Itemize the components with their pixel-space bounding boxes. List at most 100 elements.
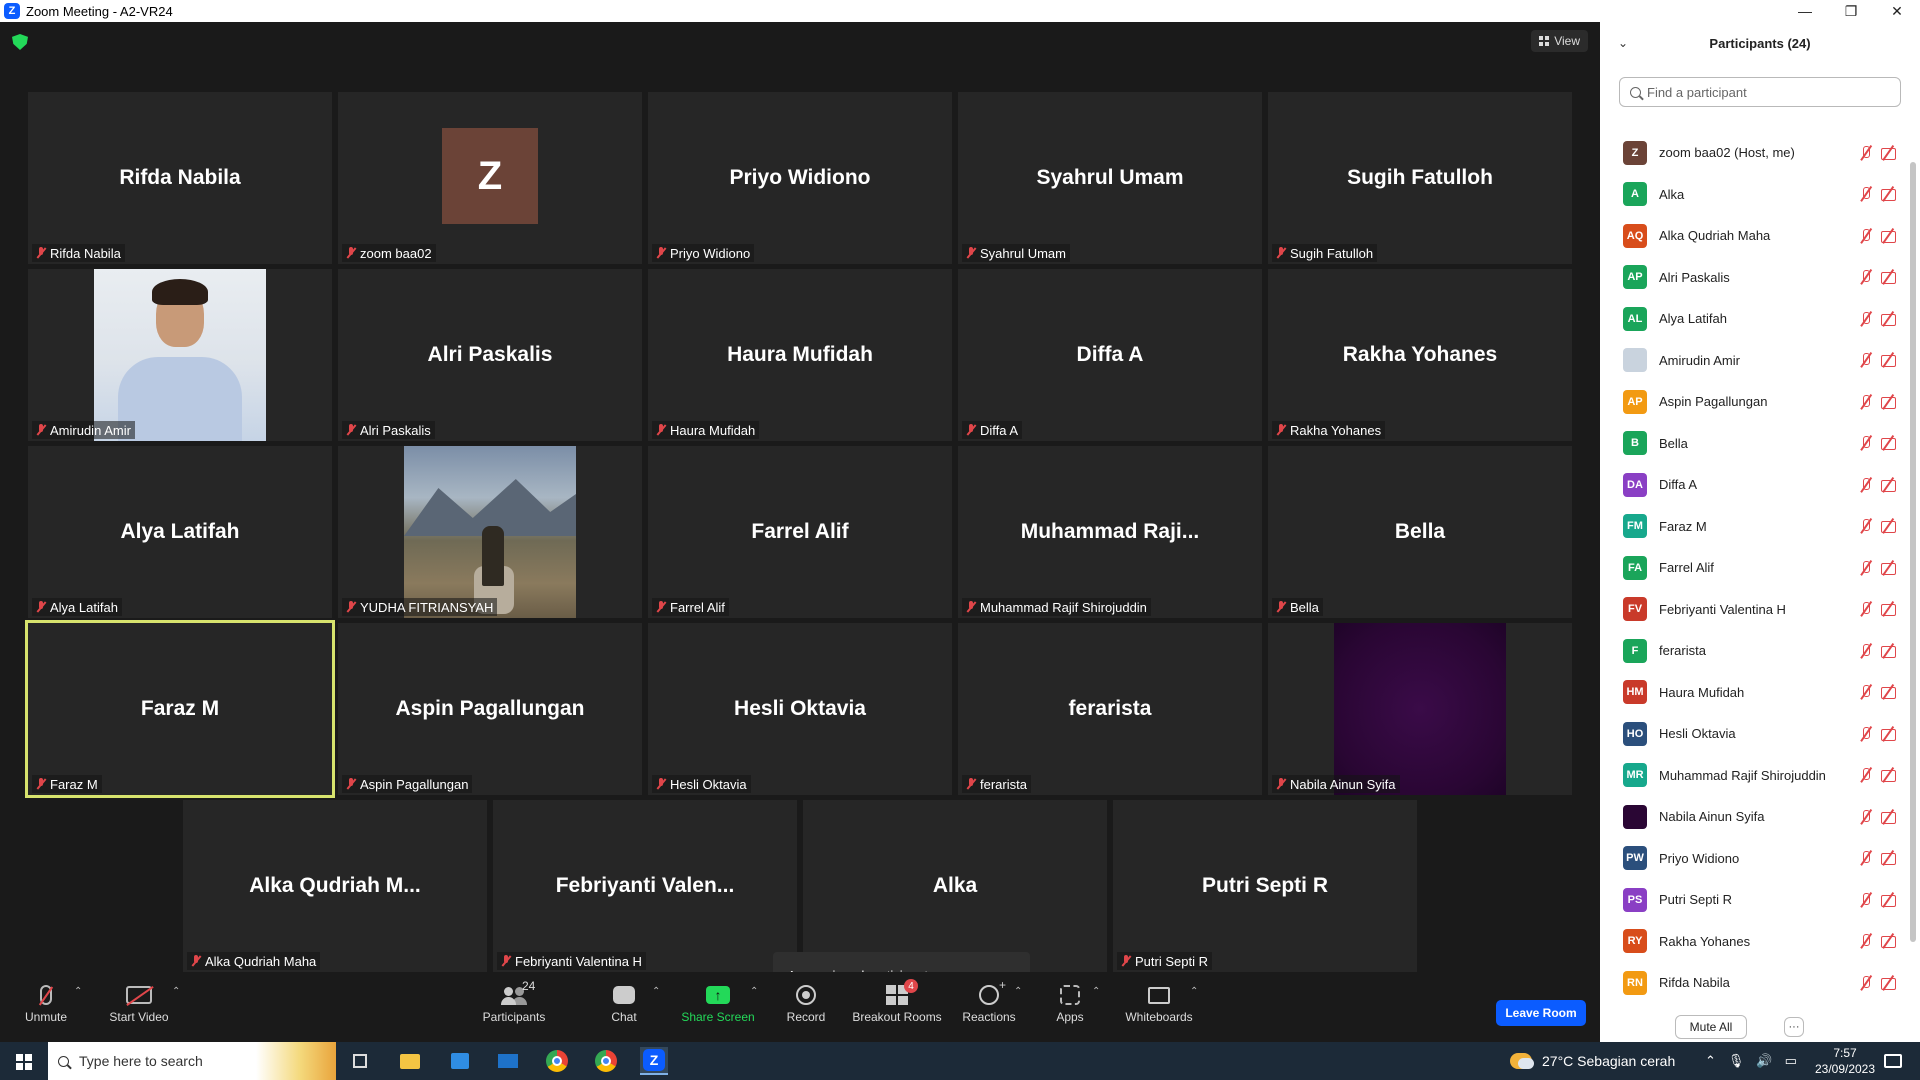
maximize-button[interactable]: ❐ [1828,0,1874,22]
video-tile[interactable]: Sugih Fatulloh Sugih Fatulloh [1268,92,1572,264]
video-off-icon[interactable] [1880,602,1896,616]
participant-row[interactable]: FA Farrel Alif [1600,547,1905,588]
video-off-icon[interactable] [1880,851,1896,865]
view-button[interactable]: View [1531,30,1588,52]
unmute-button[interactable]: Unmute [22,982,70,1036]
chat-options-caret-icon[interactable]: ⌃ [652,986,660,997]
video-tile[interactable]: Syahrul Umam Syahrul Umam [958,92,1262,264]
share-screen-button[interactable]: ↑ Share Screen [681,982,755,1036]
participant-row[interactable]: FM Faraz M [1600,506,1905,547]
network-icon[interactable]: ▭ [1785,1053,1797,1069]
participant-row[interactable]: PW Priyo Widiono [1600,838,1905,879]
participant-row[interactable]: AQ Alka Qudriah Maha [1600,215,1905,256]
video-off-icon[interactable] [1880,976,1896,990]
reactions-options-caret-icon[interactable]: ⌃ [1014,986,1022,997]
participant-search-input[interactable]: Find a participant [1619,77,1901,107]
security-shield-icon[interactable] [12,34,28,50]
mail-button[interactable] [494,1047,522,1075]
close-button[interactable]: ✕ [1874,0,1920,22]
video-off-icon[interactable] [1880,893,1896,907]
video-tile[interactable]: Alka [803,800,1107,972]
participant-row[interactable]: Fferarista [1600,630,1905,671]
reactions-button[interactable]: Reactions [962,978,1016,1036]
video-tile[interactable]: Putri Septi R Putri Septi R [1113,800,1417,972]
taskbar-search-box[interactable]: Type here to search [48,1042,336,1080]
video-off-icon[interactable] [1880,229,1896,243]
participant-row[interactable]: DA Diffa A [1600,464,1905,505]
participant-row[interactable]: HM Haura Mufidah [1600,672,1905,713]
participant-row[interactable]: A Alka [1600,174,1905,215]
start-video-button[interactable]: Start Video [106,982,172,1036]
chat-button[interactable]: Chat [606,982,642,1036]
speaker-icon[interactable]: 🔊 [1756,1053,1772,1069]
store-button[interactable] [446,1047,474,1075]
participant-row[interactable]: Nabila Ainun Syifa [1600,796,1905,837]
active-speaker-tile[interactable]: Faraz M Faraz M [25,620,335,798]
participant-row[interactable]: AP Alri Paskalis [1600,257,1905,298]
participant-row[interactable]: B Bella [1600,423,1905,464]
mic-muted-icon[interactable] [1858,726,1874,741]
participant-row[interactable]: Zzoom baa02 (Host, me) [1600,132,1905,173]
participant-row[interactable]: FV Febriyanti Valentina H [1600,589,1905,630]
participants-button[interactable]: 24 Participants [482,979,546,1036]
mic-muted-icon[interactable] [1858,643,1874,658]
video-off-icon[interactable] [1880,727,1896,741]
tray-chevron-icon[interactable]: ⌃ [1705,1053,1716,1069]
more-options-button[interactable]: ··· [1784,1017,1804,1037]
video-tile[interactable]: Alka Qudriah M... Alka Qudriah Maha [183,800,487,972]
video-off-icon[interactable] [1880,685,1896,699]
clock[interactable]: 7:57 23/09/2023 [1810,1045,1880,1077]
video-options-caret-icon[interactable]: ⌃ [172,986,180,997]
video-off-icon[interactable] [1880,519,1896,533]
video-tile[interactable]: Rakha Yohanes Rakha Yohanes [1268,269,1572,441]
video-tile[interactable]: Diffa A Diffa A [958,269,1262,441]
mic-muted-icon[interactable] [1858,353,1874,367]
video-tile[interactable]: Febriyanti Valen... Febriyanti Valentina… [493,800,797,972]
video-off-icon[interactable] [1880,436,1896,450]
participant-row[interactable]: HO Hesli Oktavia [1600,713,1905,754]
mic-muted-icon[interactable] [1858,560,1874,575]
video-off-icon[interactable] [1880,561,1896,575]
file-explorer-button[interactable] [396,1047,424,1075]
mic-muted-icon[interactable] [1858,768,1874,782]
mic-muted-icon[interactable] [1858,477,1874,492]
apps-button[interactable]: Apps [1052,982,1088,1036]
video-tile[interactable]: Farrel Alif Farrel Alif [648,446,952,618]
video-tile[interactable]: Priyo Widiono Priyo Widiono [648,92,952,264]
task-view-button[interactable] [346,1047,374,1075]
video-off-icon[interactable] [1880,768,1896,782]
leave-room-button[interactable]: Leave Room [1496,1000,1586,1026]
video-off-icon[interactable] [1880,353,1896,367]
mic-muted-icon[interactable] [1858,892,1874,907]
video-tile[interactable]: Alri Paskalis Alri Paskalis [338,269,642,441]
minimize-button[interactable]: — [1782,0,1828,22]
video-tile[interactable]: Muhammad Raji... Muhammad Rajif Shirojud… [958,446,1262,618]
mic-muted-icon[interactable] [1858,685,1874,699]
whiteboards-options-caret-icon[interactable]: ⌃ [1190,986,1198,997]
mic-muted-icon[interactable] [1858,270,1874,284]
share-options-caret-icon[interactable]: ⌃ [750,986,758,997]
video-off-icon[interactable] [1880,395,1896,409]
whiteboards-button[interactable]: Whiteboards [1124,982,1194,1036]
video-off-icon[interactable] [1880,312,1896,326]
video-off-icon[interactable] [1880,644,1896,658]
video-tile[interactable]: Hesli Oktavia Hesli Oktavia [648,623,952,795]
participant-row[interactable]: MR Muhammad Rajif Shirojuddin [1600,755,1905,796]
video-off-icon[interactable] [1880,270,1896,284]
participant-row[interactable]: AL Alya Latifah [1600,298,1905,339]
mic-muted-icon[interactable] [1858,311,1874,326]
video-off-icon[interactable] [1880,810,1896,824]
video-tile[interactable]: Amirudin Amir [28,269,332,441]
mic-muted-icon[interactable] [1858,228,1874,243]
video-tile[interactable]: Alya Latifah Alya Latifah [28,446,332,618]
video-tile[interactable]: Haura Mufidah Haura Mufidah [648,269,952,441]
audio-options-caret-icon[interactable]: ⌃ [74,986,82,997]
mic-muted-icon[interactable] [1858,602,1874,616]
mic-muted-icon[interactable] [1858,187,1874,201]
video-tile[interactable]: Rifda Nabila Rifda Nabila [28,92,332,264]
zoom-taskbar-button[interactable]: Z [640,1047,668,1075]
weather-widget[interactable]: 27°C Sebagian cerah [1510,1042,1675,1080]
mic-muted-icon[interactable] [1858,394,1874,409]
record-button[interactable]: Record [786,982,826,1036]
video-tile[interactable]: YUDHA FITRIANSYAH [338,446,642,618]
